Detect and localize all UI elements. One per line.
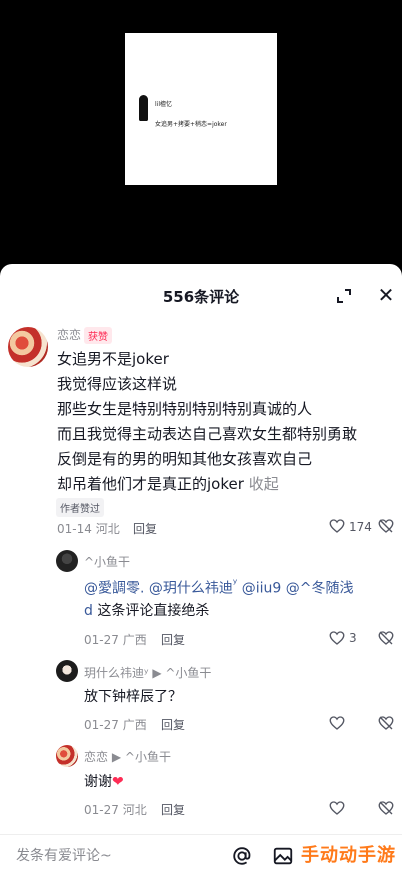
silhouette-image	[139, 95, 148, 121]
like-count: 174	[349, 520, 372, 534]
reply-to-arrow-icon: ▶	[152, 666, 162, 680]
reply-text-line: @愛調零. @玥什么祎迪ʸ @iiu9 @^冬随浅	[84, 576, 353, 598]
comment-date: 01-14	[57, 522, 92, 536]
dislike-icon[interactable]	[377, 629, 395, 647]
like-icon[interactable]	[328, 629, 346, 647]
collapse-icon[interactable]	[336, 288, 352, 304]
comment-input[interactable]: 发条有爱评论~	[16, 845, 112, 865]
image-icon[interactable]	[272, 845, 294, 867]
like-icon[interactable]	[328, 517, 346, 535]
mention-text[interactable]: @愛調零. @玥什么祎迪	[84, 581, 233, 597]
reply-location: 河北	[122, 803, 147, 817]
comment-sheet: 556条评论 ✕ 恋恋 获赞 女追男不是joker 我觉得应该这样说 那些女生是…	[0, 264, 402, 874]
comment-last-line: 却吊着他们才是真正的joker 收起	[57, 473, 279, 494]
reply-username[interactable]: 玥什么祎迪ʸ	[84, 666, 148, 680]
reply-date: 01-27	[84, 718, 119, 732]
mention-text[interactable]: d	[84, 603, 93, 619]
comment-username[interactable]: 恋恋	[57, 326, 81, 343]
reply-body: 放下钟梓辰了？	[84, 689, 182, 705]
comment-input-bar: 发条有爱评论~ 手动动手游	[0, 834, 402, 874]
like-icon[interactable]	[328, 799, 346, 817]
reply-header: 恋恋 ▶ ^小鱼干	[84, 748, 171, 765]
video-player[interactable]: lil檀忆 女追男+拷要+稍恋=joker	[0, 0, 402, 264]
reply-to-arrow-icon: ▶	[111, 750, 122, 764]
avatar[interactable]	[56, 550, 78, 572]
close-icon[interactable]: ✕	[377, 285, 395, 305]
reply-meta: 01-27 广西	[84, 716, 147, 733]
reply-body: 这条评论直接绝杀	[92, 603, 210, 619]
reply-username[interactable]: 恋恋	[84, 750, 108, 764]
at-mention-icon[interactable]	[231, 845, 253, 867]
reply-button[interactable]: 回复	[161, 716, 185, 733]
dislike-icon[interactable]	[377, 714, 395, 732]
comment-line: 我觉得应该这样说	[57, 375, 178, 393]
avatar[interactable]	[56, 745, 78, 767]
reply-meta: 01-27 河北	[84, 801, 147, 818]
reply-button[interactable]: 回复	[161, 631, 185, 648]
reply-text-line: d 这条评论直接绝杀	[84, 600, 209, 620]
reply-text-line: 谢谢❤	[84, 771, 124, 791]
mention-text[interactable]: @iiu9 @^冬随浅	[237, 581, 354, 597]
reply-body: 谢谢	[84, 774, 112, 790]
avatar[interactable]	[8, 327, 48, 367]
author-liked-badge: 作者赞过	[56, 498, 104, 517]
reply-target[interactable]: ^小鱼干	[165, 666, 211, 680]
reply-location: 广西	[122, 718, 147, 732]
reply-date: 01-27	[84, 633, 119, 647]
comment-location: 河北	[95, 522, 120, 536]
reply-header: 玥什么祎迪ʸ ▶ ^小鱼干	[84, 664, 211, 681]
like-count: 3	[349, 631, 357, 645]
frame-name: lil檀忆	[155, 101, 173, 108]
comment-line: 女追男不是joker	[57, 350, 169, 368]
like-icon[interactable]	[328, 714, 346, 732]
reply-target[interactable]: ^小鱼干	[125, 750, 171, 764]
comment-line: 反倒是有的男的明知其他女孩喜欢自己	[57, 450, 313, 468]
watermark-logo: 手动动手游	[301, 845, 396, 866]
dislike-icon[interactable]	[377, 517, 395, 535]
reply-button[interactable]: 回复	[161, 801, 185, 818]
collapse-link[interactable]: 收起	[249, 475, 279, 493]
comment-line: 而且我觉得主动表达自己喜欢女生都特别勇敢	[57, 425, 358, 443]
heart-emoji-icon: ❤	[112, 774, 124, 790]
frame-caption: 女追男+拷要+稍恋=joker	[155, 121, 227, 128]
reply-date: 01-27	[84, 803, 119, 817]
reply-meta: 01-27 广西	[84, 631, 147, 648]
reply-username[interactable]: ^小鱼干	[84, 553, 130, 570]
comment-meta: 01-14 河北	[57, 520, 120, 537]
reply-location: 广西	[122, 633, 147, 647]
video-frame: lil檀忆 女追男+拷要+稍恋=joker	[125, 33, 277, 185]
comment-line: 那些女生是特别特别特别特别真诚的人	[57, 400, 313, 418]
dislike-icon[interactable]	[377, 799, 395, 817]
comment-line: 却吊着他们才是真正的joker	[57, 475, 244, 493]
avatar[interactable]	[56, 660, 78, 682]
user-tag: 获赞	[84, 327, 112, 344]
reply-button[interactable]: 回复	[133, 520, 157, 537]
